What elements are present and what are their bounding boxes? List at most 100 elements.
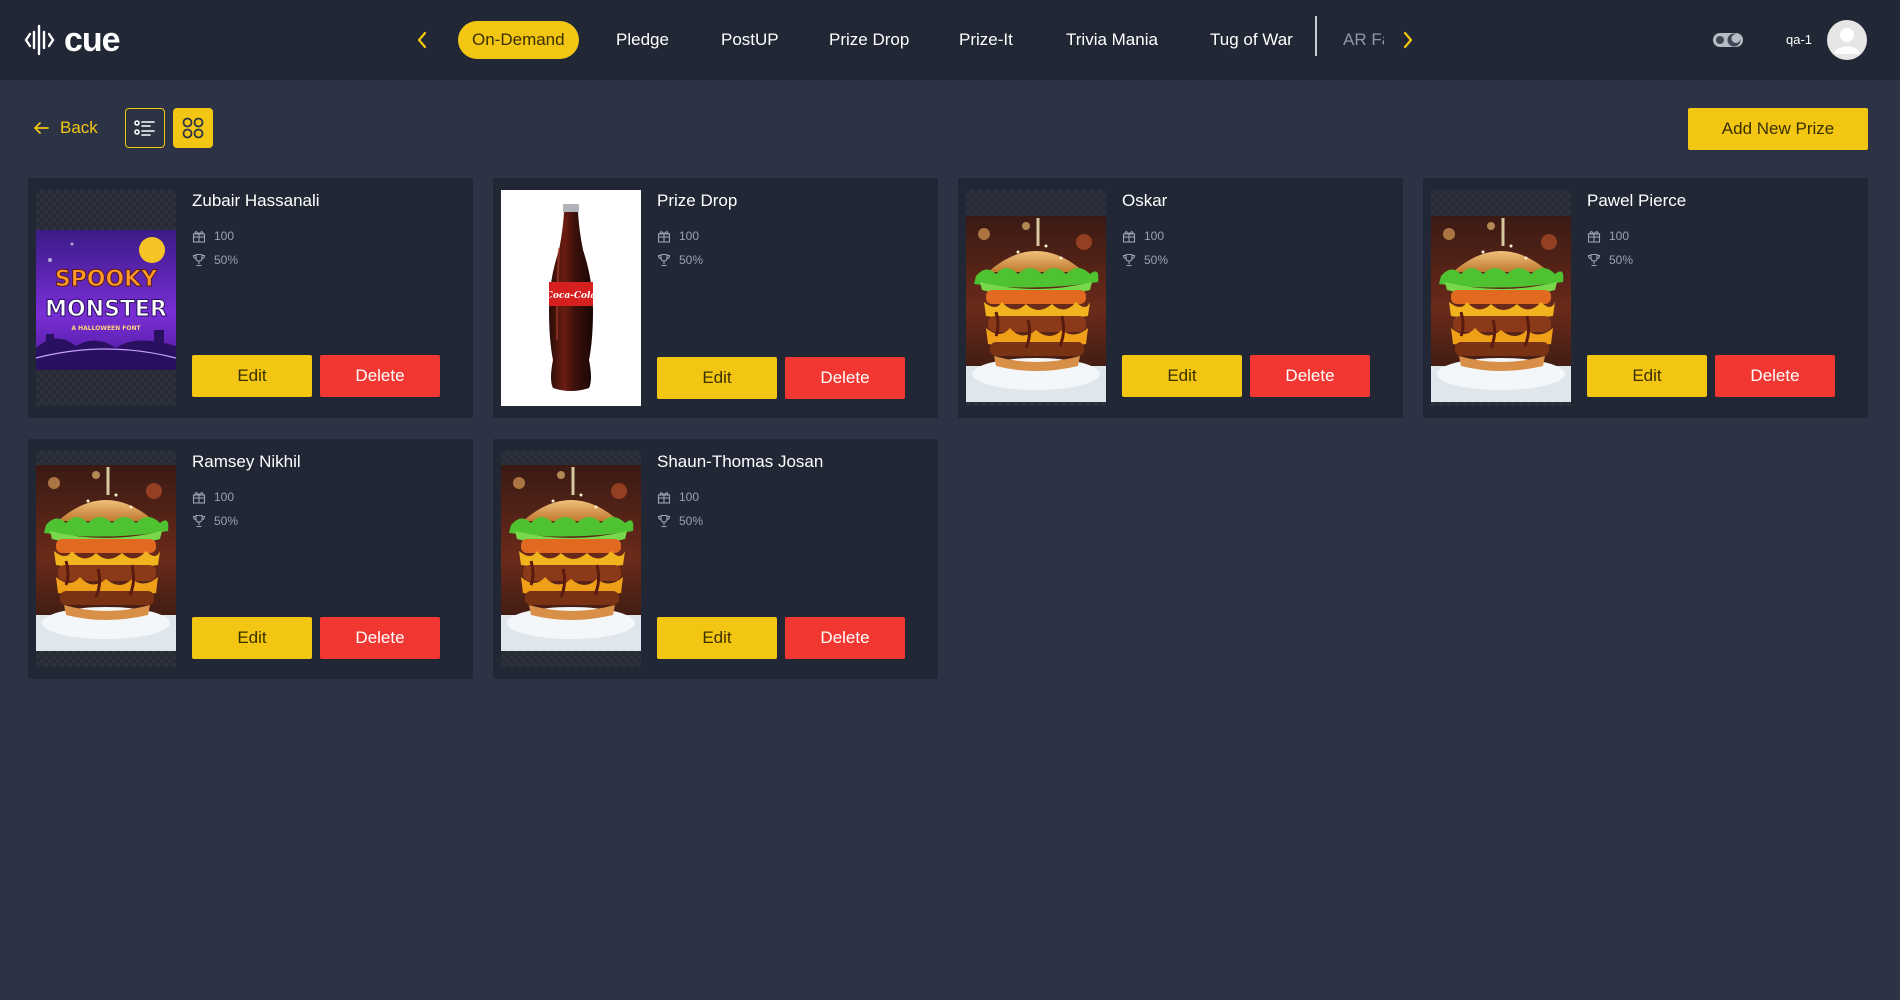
probability-value: 50% bbox=[679, 514, 704, 528]
prize-image: SPOOKY MONSTER A HALLOWEEN FONT bbox=[36, 190, 176, 406]
poster-subtitle: A HALLOWEEN FONT bbox=[71, 325, 141, 332]
list-view-button[interactable] bbox=[125, 108, 165, 148]
delete-button[interactable]: Delete bbox=[320, 355, 440, 397]
trophy-icon bbox=[657, 514, 671, 528]
tab-prize-drop[interactable]: Prize Drop bbox=[829, 21, 909, 59]
trophy-icon bbox=[192, 514, 206, 528]
back-button[interactable]: Back bbox=[32, 116, 98, 140]
edit-button[interactable]: Edit bbox=[192, 355, 312, 397]
grid-view-icon bbox=[182, 117, 204, 139]
trophy-icon bbox=[1122, 253, 1136, 267]
list-view-icon bbox=[134, 120, 155, 136]
logo-text: cue bbox=[64, 21, 121, 59]
nav-prev-button[interactable] bbox=[406, 24, 438, 56]
quantity-value: 100 bbox=[1609, 229, 1630, 243]
prize-image bbox=[501, 451, 641, 667]
quantity-value: 100 bbox=[679, 229, 700, 243]
prize-card: SPOOKY MONSTER A HALLOWEEN FONT Zubair H… bbox=[28, 178, 473, 418]
arrow-left-icon bbox=[34, 122, 49, 134]
probability-value: 50% bbox=[1609, 253, 1634, 267]
tab-postup[interactable]: PostUP bbox=[721, 21, 779, 59]
prize-image bbox=[1431, 190, 1571, 406]
prize-probability: 50% bbox=[657, 513, 703, 529]
gift-icon bbox=[657, 492, 671, 504]
gift-icon bbox=[192, 492, 206, 504]
burger-image bbox=[1431, 216, 1571, 402]
chevron-left-icon bbox=[417, 31, 427, 49]
gift-icon bbox=[1587, 231, 1601, 243]
trophy-icon bbox=[657, 253, 671, 267]
tab-on-demand[interactable]: On-Demand bbox=[458, 21, 579, 59]
tab-ar-fa[interactable]: AR Fa bbox=[1343, 21, 1384, 59]
prize-title: Zubair Hassanali bbox=[192, 191, 320, 210]
back-label: Back bbox=[60, 118, 98, 137]
prize-quantity: 100 bbox=[192, 228, 234, 244]
theme-toggle-icon[interactable] bbox=[1712, 30, 1744, 50]
edit-button[interactable]: Edit bbox=[657, 617, 777, 659]
prize-probability: 50% bbox=[192, 513, 238, 529]
delete-button[interactable]: Delete bbox=[320, 617, 440, 659]
sound-wave-logo-icon bbox=[24, 24, 55, 56]
prize-quantity: 100 bbox=[192, 489, 234, 505]
grid-view-button[interactable] bbox=[173, 108, 213, 148]
poster-title-line-2: MONSTER bbox=[45, 297, 167, 322]
username[interactable]: qa-1 bbox=[1786, 32, 1812, 47]
prize-title: Pawel Pierce bbox=[1587, 191, 1687, 210]
trophy-icon bbox=[1587, 253, 1601, 267]
delete-button[interactable]: Delete bbox=[785, 357, 905, 399]
probability-value: 50% bbox=[679, 253, 704, 267]
prize-card: Pawel Pierce 100 50% Edit Delete bbox=[1423, 178, 1868, 418]
edit-button[interactable]: Edit bbox=[192, 617, 312, 659]
prize-card: Oskar 100 50% Edit Delete bbox=[958, 178, 1403, 418]
delete-button[interactable]: Delete bbox=[1715, 355, 1835, 397]
tab-divider bbox=[1315, 16, 1317, 56]
prize-title: Prize Drop bbox=[657, 191, 738, 210]
prize-probability: 50% bbox=[192, 252, 238, 268]
quantity-value: 100 bbox=[214, 229, 235, 243]
probability-value: 50% bbox=[214, 514, 239, 528]
cola-bottle-image: Coca-Cola bbox=[501, 190, 641, 406]
poster-title-line-1: SPOOKY bbox=[55, 267, 158, 292]
gift-icon bbox=[192, 231, 206, 243]
avatar[interactable] bbox=[1827, 20, 1867, 60]
tab-prize-it[interactable]: Prize-It bbox=[959, 21, 1013, 59]
nav-next-button[interactable] bbox=[1392, 24, 1424, 56]
chevron-right-icon bbox=[1403, 31, 1413, 49]
quantity-value: 100 bbox=[679, 490, 700, 504]
prize-image bbox=[36, 451, 176, 667]
burger-image bbox=[36, 465, 176, 651]
prize-card: Ramsey Nikhil 100 50% Edit Delete bbox=[28, 439, 473, 679]
gift-icon bbox=[1122, 231, 1136, 243]
quantity-value: 100 bbox=[1144, 229, 1165, 243]
prize-title: Ramsey Nikhil bbox=[192, 452, 301, 471]
edit-button[interactable]: Edit bbox=[1122, 355, 1242, 397]
prize-card: Coca-Cola Prize Drop 100 50% Edit Delete bbox=[493, 178, 938, 418]
quantity-value: 100 bbox=[214, 490, 235, 504]
prize-quantity: 100 bbox=[1587, 228, 1629, 244]
prize-title: Oskar bbox=[1122, 191, 1168, 210]
edit-button[interactable]: Edit bbox=[1587, 355, 1707, 397]
game-tabs: On-Demand Pledge PostUP Prize Drop Prize… bbox=[458, 21, 1384, 59]
probability-value: 50% bbox=[214, 253, 239, 267]
burger-image bbox=[966, 216, 1106, 402]
spooky-monster-image: SPOOKY MONSTER A HALLOWEEN FONT bbox=[36, 230, 176, 370]
tab-tug-of-war[interactable]: Tug of War bbox=[1210, 21, 1293, 59]
add-new-prize-button[interactable]: Add New Prize bbox=[1688, 108, 1868, 150]
gift-icon bbox=[657, 231, 671, 243]
delete-button[interactable]: Delete bbox=[1250, 355, 1370, 397]
trophy-icon bbox=[192, 253, 206, 267]
delete-button[interactable]: Delete bbox=[785, 617, 905, 659]
tab-trivia-mania[interactable]: Trivia Mania bbox=[1066, 21, 1158, 59]
prize-card: Shaun-Thomas Josan 100 50% Edit Delete bbox=[493, 439, 938, 679]
prize-image bbox=[966, 190, 1106, 406]
prize-title: Shaun-Thomas Josan bbox=[657, 452, 824, 471]
bottle-label: Coca-Cola bbox=[546, 291, 597, 301]
edit-button[interactable]: Edit bbox=[657, 357, 777, 399]
user-avatar-icon bbox=[1834, 28, 1860, 54]
app-logo[interactable]: cue bbox=[24, 20, 121, 60]
tab-pledge[interactable]: Pledge bbox=[616, 21, 669, 59]
prize-quantity: 100 bbox=[657, 228, 699, 244]
probability-value: 50% bbox=[1144, 253, 1169, 267]
prize-probability: 50% bbox=[1587, 252, 1633, 268]
prize-quantity: 100 bbox=[1122, 228, 1164, 244]
